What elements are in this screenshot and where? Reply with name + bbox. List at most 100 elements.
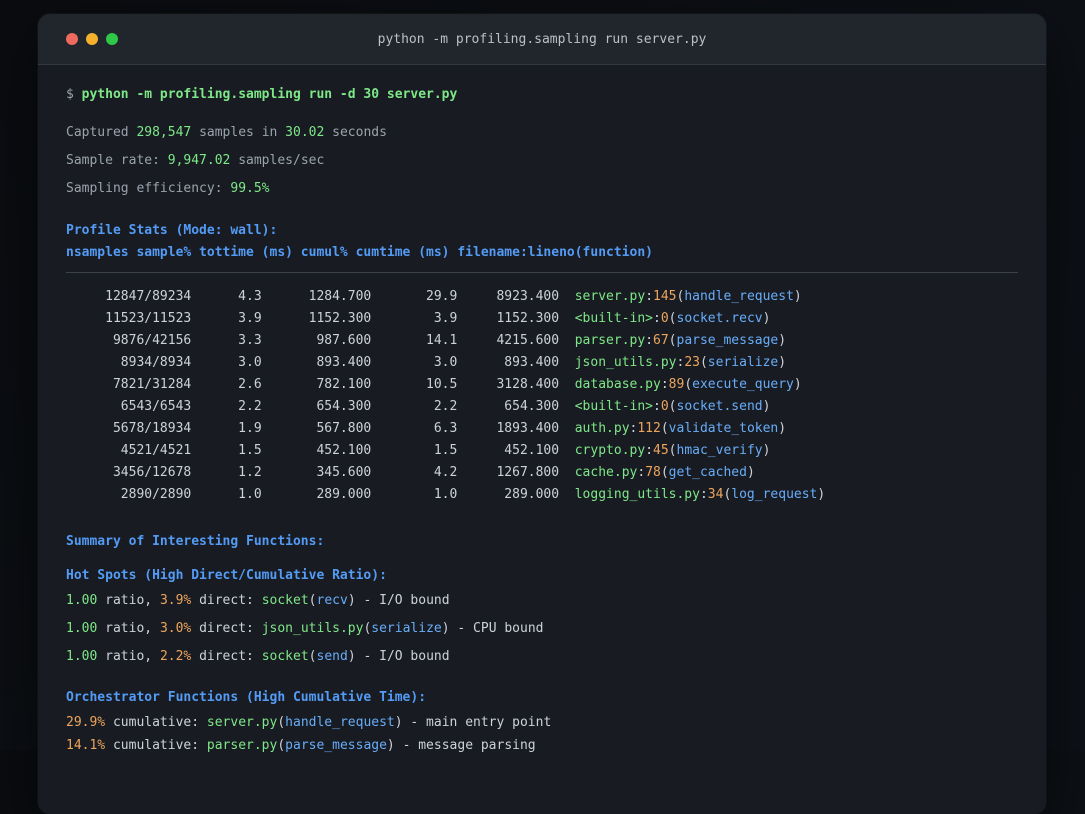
row-numbers: 8934/8934 3.0 893.400 3.0 893.400 [66,355,575,370]
summary-heading: Summary of Interesting Functions: [66,534,325,549]
punct: ) [778,355,787,370]
row-function: get_cached [668,465,747,480]
punct: ( [660,421,669,436]
punct: : [645,443,654,458]
ratio-label: ratio, [97,621,160,636]
row-numbers: 9876/42156 3.3 987.600 14.1 4215.600 [66,333,575,348]
punct: ( [308,593,317,608]
punct: : [653,399,661,414]
cumulative-label: cumulative: [105,738,207,753]
row-function: handle_request [684,289,794,304]
orchestrator-heading: Orchestrator Functions (High Cumulative … [66,690,427,705]
row-function: parse_message [676,333,779,348]
row-function: serialize [707,355,779,370]
row-filename: logging_utils.py [574,487,700,502]
table-row: 8934/8934 3.0 893.400 3.0 893.400 json_u… [66,352,1018,374]
terminal-output: $ python -m profiling.sampling run -d 30… [38,65,1046,757]
table-row: 7821/31284 2.6 782.100 10.5 3128.400 dat… [66,374,1018,396]
command-text: python -m profiling.sampling run -d 30 s… [81,87,458,102]
punct: ( [660,465,669,480]
hotspot-target: socket [261,593,309,608]
row-lineno: 67 [653,333,669,348]
punct: ) [394,715,403,730]
row-filename: auth.py [574,421,630,436]
punct: ) [778,333,787,348]
table-row: 11523/11523 3.9 1152.300 3.9 1152.300 <b… [66,308,1018,330]
captured-mid: samples in [191,125,286,140]
table-row: 2890/2890 1.0 289.000 1.0 289.000 loggin… [66,484,1018,506]
row-filename: cache.py [574,465,638,480]
captured-line: Captured 298,547 samples in 30.02 second… [66,122,1018,144]
row-lineno: 145 [653,289,677,304]
hotspot-pct: 3.0% [159,621,192,636]
orchestrator-function: handle_request [285,715,395,730]
row-lineno: 0 [660,399,669,414]
row-numbers: 12847/89234 4.3 1284.700 29.9 8923.400 [66,289,575,304]
hotspot-method: recv [316,593,348,608]
table-row: 6543/6543 2.2 654.300 2.2 654.300 <built… [66,396,1018,418]
hotspot-pct: 2.2% [159,649,192,664]
row-numbers: 4521/4521 1.5 452.100 1.5 452.100 [66,443,575,458]
captured-label: Captured [66,125,137,140]
rate-value: 9,947.02 [167,153,231,168]
table-row: 5678/18934 1.9 567.800 6.3 1893.400 auth… [66,418,1018,440]
punct: : [637,465,646,480]
divider [66,272,1018,273]
punct: ) [793,289,802,304]
hotspot-item: 1.00 ratio, 3.9% direct: socket(recv) - … [66,590,1018,612]
punct: ) [762,311,771,326]
punct: ( [668,443,677,458]
row-function: socket.recv [676,311,763,326]
rate-unit: samples/sec [230,153,325,168]
punct: ) [746,465,755,480]
direct-label: direct: [191,593,262,608]
hotspot-method: send [316,649,348,664]
row-numbers: 3456/12678 1.2 345.600 4.2 1267.800 [66,465,575,480]
orchestrator-pct: 29.9% [66,715,106,730]
punct: ) [386,738,395,753]
hotspot-item: 1.00 ratio, 2.2% direct: socket(send) - … [66,646,1018,668]
punct: ( [277,738,286,753]
efficiency-label: Sampling efficiency: [66,181,231,196]
hotspot-ratio: 1.00 [66,621,98,636]
row-function: socket.send [676,399,763,414]
efficiency-value: 99.5% [230,181,270,196]
table-header: nsamples sample% tottime (ms) cumul% cum… [66,245,653,260]
titlebar[interactable]: python -m profiling.sampling run server.… [38,14,1046,65]
direct-label: direct: [191,621,262,636]
orchestrator-file: server.py [206,715,278,730]
hotspots-heading: Hot Spots (High Direct/Cumulative Ratio)… [66,568,387,583]
hotspot-pct: 3.9% [159,593,192,608]
efficiency-line: Sampling efficiency: 99.5% [66,178,1018,200]
hotspot-method: serialize [371,621,442,636]
hotspot-note: - CPU bound [449,621,544,636]
punct: ( [668,399,677,414]
table-row: 12847/89234 4.3 1284.700 29.9 8923.400 s… [66,286,1018,308]
orchestrator-file: parser.py [206,738,278,753]
orchestrator-note: - message parsing [394,738,536,753]
punct: : [645,333,654,348]
row-numbers: 7821/31284 2.6 782.100 10.5 3128.400 [66,377,575,392]
hotspot-item: 1.00 ratio, 3.0% direct: json_utils.py(s… [66,618,1018,640]
ratio-label: ratio, [97,649,160,664]
window-title: python -m profiling.sampling run server.… [377,31,707,47]
row-filename: database.py [574,377,661,392]
punct: ) [347,649,356,664]
captured-samples: 298,547 [136,125,192,140]
row-filename: server.py [574,289,646,304]
orchestrator-item: 14.1% cumulative: parser.py(parse_messag… [66,735,1018,757]
punct: ) [778,421,787,436]
terminal-window: python -m profiling.sampling run server.… [38,14,1046,814]
row-filename: crypto.py [574,443,646,458]
captured-unit: seconds [324,125,387,140]
orchestrator-item: 29.9% cumulative: server.py(handle_reque… [66,712,1018,734]
row-function: execute_query [692,377,794,392]
punct: ( [308,649,317,664]
punct: ) [793,377,802,392]
hotspot-target: json_utils.py [261,621,364,636]
ratio-label: ratio, [97,593,160,608]
orchestrator-function: parse_message [285,738,387,753]
row-filename: parser.py [574,333,646,348]
row-filename: <built-in> [574,399,654,414]
orchestrator-note: - main entry point [402,715,552,730]
